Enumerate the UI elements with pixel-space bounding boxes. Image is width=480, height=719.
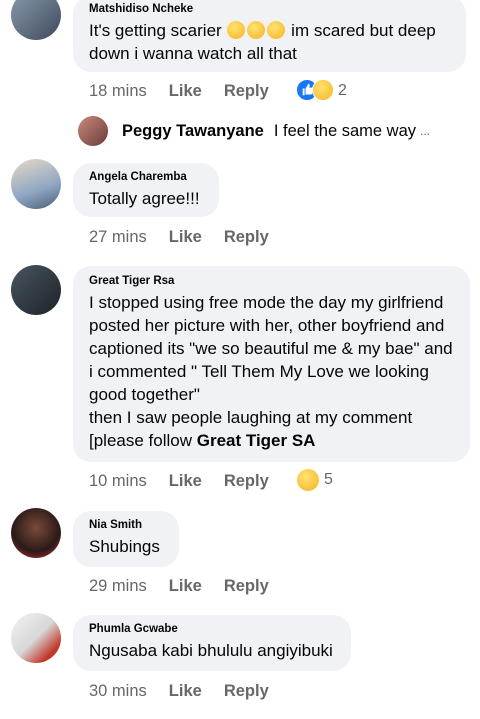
reply-button[interactable]: Reply [224, 577, 269, 595]
haha-reaction-icon [312, 79, 334, 101]
comment-author[interactable]: Great Tiger Rsa [89, 274, 454, 288]
like-button[interactable]: Like [169, 228, 202, 246]
avatar[interactable] [11, 159, 61, 209]
reaction-summary[interactable]: 2 [296, 79, 347, 103]
avatar[interactable] [11, 508, 61, 558]
like-button[interactable]: Like [169, 82, 202, 100]
reply-button[interactable]: Reply [224, 82, 269, 100]
comment-author[interactable]: Nia Smith [89, 518, 163, 532]
comment-bubble: Matshidiso Ncheke It's getting scarier i… [73, 0, 466, 72]
comment-meta: 18 mins Like Reply [89, 81, 269, 101]
comment-time[interactable]: 29 mins [89, 577, 147, 595]
reaction-summary[interactable]: 5 [296, 468, 333, 492]
tears-of-joy-emoji-icon [267, 21, 286, 39]
reply-author[interactable]: Peggy Tawanyane [122, 122, 264, 141]
comment-meta: 27 mins Like Reply [89, 227, 269, 247]
reply-ellipsis: ... [420, 124, 431, 138]
comment-time[interactable]: 10 mins [89, 472, 147, 490]
haha-reaction-icon [296, 468, 320, 492]
reaction-count: 2 [338, 82, 347, 99]
like-button[interactable]: Like [169, 577, 202, 595]
comment-text: Totally agree!!! [89, 189, 200, 208]
reply-preview[interactable]: Peggy Tawanyane I feel the same way ... [78, 116, 430, 146]
mentioned-page[interactable]: Great Tiger SA [197, 431, 316, 450]
comment-time[interactable]: 27 mins [89, 228, 147, 246]
reply-button[interactable]: Reply [224, 472, 269, 490]
comment-meta: 10 mins Like Reply [89, 471, 269, 491]
avatar[interactable] [11, 0, 61, 40]
comment-meta: 29 mins Like Reply [89, 576, 269, 596]
comment-time[interactable]: 30 mins [89, 682, 147, 700]
comment-bubble: Nia Smith Shubings [73, 511, 179, 567]
like-button[interactable]: Like [169, 472, 202, 490]
reply-snippet: I feel the same way [273, 121, 416, 140]
like-button[interactable]: Like [169, 682, 202, 700]
avatar[interactable] [11, 265, 61, 315]
comment-author[interactable]: Matshidiso Ncheke [89, 2, 450, 16]
comment-author[interactable]: Angela Charemba [89, 170, 203, 184]
comment-meta: 30 mins Like Reply [89, 681, 269, 701]
tears-of-joy-emoji-icon [247, 21, 266, 39]
comment-text: Ngusaba kabi bhululu angiyibuki [89, 641, 333, 660]
comment-author[interactable]: Phumla Gcwabe [89, 622, 335, 636]
reply-button[interactable]: Reply [224, 682, 269, 700]
comment-text: It's getting scarier im scared but deep … [89, 21, 436, 63]
comment-bubble: Angela Charemba Totally agree!!! [73, 163, 219, 217]
reply-button[interactable]: Reply [224, 228, 269, 246]
comment-text: Shubings [89, 537, 160, 556]
comment-bubble: Great Tiger Rsa I stopped using free mod… [73, 266, 470, 462]
comment-text: I stopped using free mode the day my gir… [89, 293, 453, 450]
tears-of-joy-emoji-icon [227, 21, 246, 39]
avatar [78, 116, 108, 146]
reaction-count: 5 [324, 471, 333, 488]
comment-bubble: Phumla Gcwabe Ngusaba kabi bhululu angiy… [73, 615, 351, 671]
comment-time[interactable]: 18 mins [89, 82, 147, 100]
avatar[interactable] [11, 613, 61, 663]
